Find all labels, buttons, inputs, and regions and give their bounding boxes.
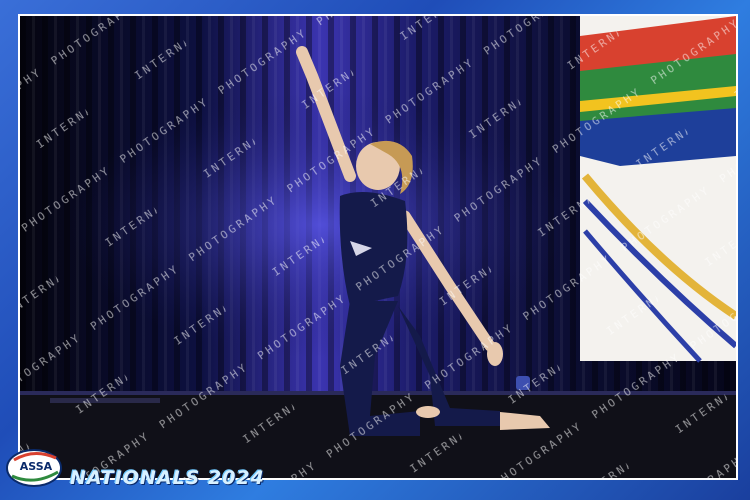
- assa-logo: ASSA: [4, 446, 68, 490]
- photo-frame: PHOTOGRAPHY INTERNAL: [0, 0, 750, 500]
- assa-logo-text: ASSA: [19, 460, 53, 473]
- stage-scene: PHOTOGRAPHY INTERNAL: [20, 16, 736, 478]
- sponsor-banner: [580, 16, 736, 363]
- event-caption: NATIONALS 2024: [70, 467, 265, 489]
- stage-photo: PHOTOGRAPHY INTERNAL: [18, 14, 738, 480]
